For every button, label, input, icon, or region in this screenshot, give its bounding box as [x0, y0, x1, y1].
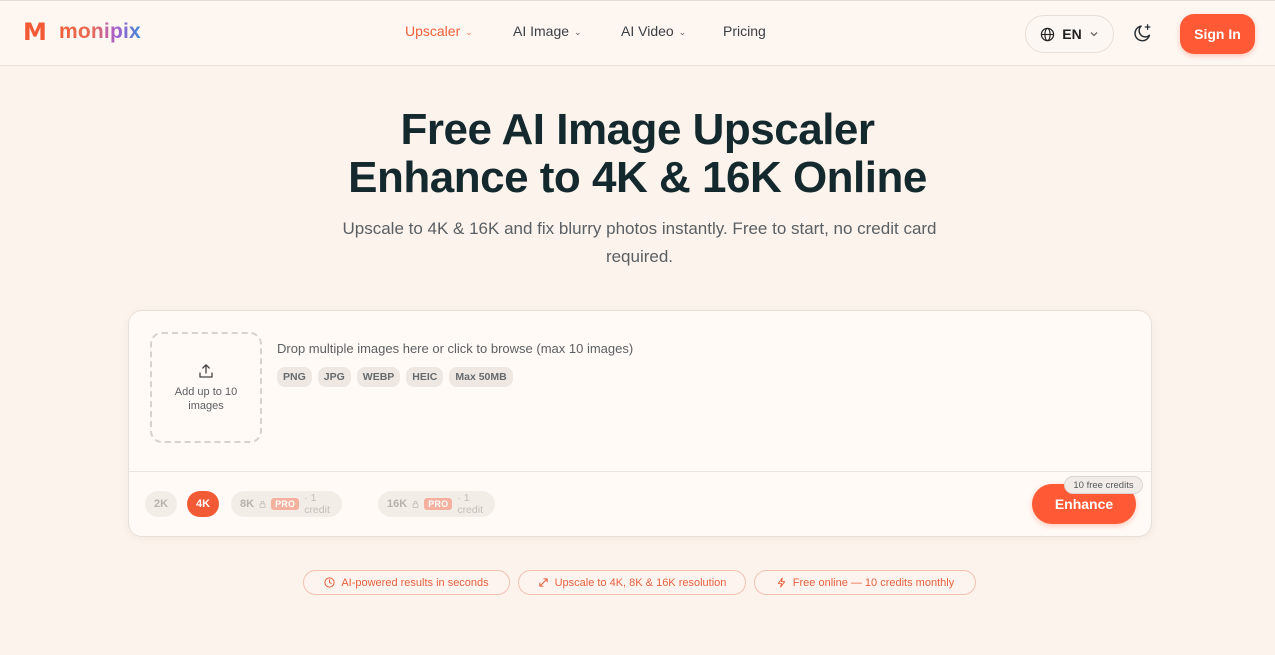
- language-selector[interactable]: EN: [1025, 15, 1114, 53]
- format-list: PNG JPG WEBP HEIC Max 50MB: [277, 367, 513, 387]
- title-line-2: Enhance to 4K & 16K Online: [348, 153, 927, 202]
- feature-pill-resolution: Upscale to 4K, 8K & 16K resolution: [518, 570, 746, 595]
- pro-badge: PRO: [424, 498, 453, 510]
- resolution-label: 16K: [387, 498, 408, 510]
- format-badge: WEBP: [356, 367, 401, 387]
- lock-icon: [412, 500, 419, 508]
- pro-badge: PRO: [271, 498, 300, 510]
- feature-label: Upscale to 4K, 8K & 16K resolution: [554, 576, 727, 589]
- resolution-16k[interactable]: 16K PRO · 1 credit: [378, 491, 495, 517]
- format-badge: PNG: [277, 367, 312, 387]
- credit-cost: · 1 credit: [304, 492, 330, 516]
- resolution-8k[interactable]: 8K PRO · 1 credit: [231, 491, 342, 517]
- drop-hint: Drop multiple images here or click to br…: [277, 341, 634, 356]
- chevron-down-icon: ⌄: [465, 26, 473, 37]
- format-badge: HEIC: [406, 367, 444, 387]
- theme-toggle-button[interactable]: [1130, 20, 1156, 46]
- resolution-4k[interactable]: 4K: [187, 491, 220, 517]
- lock-icon: [259, 500, 266, 508]
- resolution-label: 8K: [240, 498, 255, 510]
- nav-item-label: Pricing: [723, 23, 766, 39]
- free-credits-badge: 10 free credits: [1064, 476, 1143, 494]
- page-subtitle: Upscale to 4K & 16K and fix blurry photo…: [342, 219, 937, 266]
- nav-item-label: Upscaler: [405, 23, 461, 39]
- credit-cost: · 1 credit: [457, 492, 483, 516]
- top-header: M monipix Upscaler ⌄ AI Image ⌄ AI Video…: [0, 0, 1275, 66]
- nav-item-ai-video[interactable]: AI Video ⌄: [621, 23, 686, 39]
- bolt-icon: [777, 577, 785, 588]
- resolution-label: 4K: [196, 498, 211, 510]
- nav-item-pricing[interactable]: Pricing: [723, 23, 766, 39]
- upload-card: Add up to 10 images Drop multiple images…: [128, 310, 1152, 537]
- feature-label: Free online — 10 credits monthly: [792, 576, 955, 589]
- format-badge: JPG: [317, 367, 351, 387]
- card-divider: [129, 471, 1151, 472]
- page-title: Free AI Image Upscaler Enhance to 4K & 1…: [0, 106, 1275, 202]
- chevron-down-icon: ⌄: [574, 26, 582, 37]
- expand-icon: [538, 578, 548, 587]
- resolution-2k[interactable]: 2K: [145, 491, 178, 517]
- moon-sparkle-icon: [1134, 24, 1151, 42]
- clock-icon: [324, 577, 335, 588]
- image-dropzone[interactable]: Add up to 10 images: [150, 332, 262, 443]
- nav-item-ai-image[interactable]: AI Image ⌄: [513, 23, 582, 39]
- nav-item-label: AI Video: [621, 23, 674, 39]
- nav-item-upscaler[interactable]: Upscaler ⌄: [405, 23, 473, 39]
- feature-pill-free: Free online — 10 credits monthly: [754, 570, 976, 595]
- feature-label: AI-powered results in seconds: [341, 576, 489, 589]
- title-line-1: Free AI Image Upscaler: [400, 105, 875, 154]
- nav-item-label: AI Image: [513, 23, 570, 39]
- globe-icon: [1041, 27, 1055, 41]
- resolution-label: 2K: [154, 498, 169, 510]
- feature-pill-speed: AI-powered results in seconds: [303, 570, 510, 595]
- max-size-badge: Max 50MB: [449, 367, 513, 387]
- upload-icon: [199, 363, 213, 378]
- sign-in-button[interactable]: Sign In: [1180, 14, 1255, 54]
- dropzone-label: Add up to 10 images: [174, 385, 238, 412]
- chevron-down-icon: ⌄: [678, 26, 687, 37]
- language-code: EN: [1062, 26, 1082, 42]
- chevron-down-icon: [1090, 32, 1098, 37]
